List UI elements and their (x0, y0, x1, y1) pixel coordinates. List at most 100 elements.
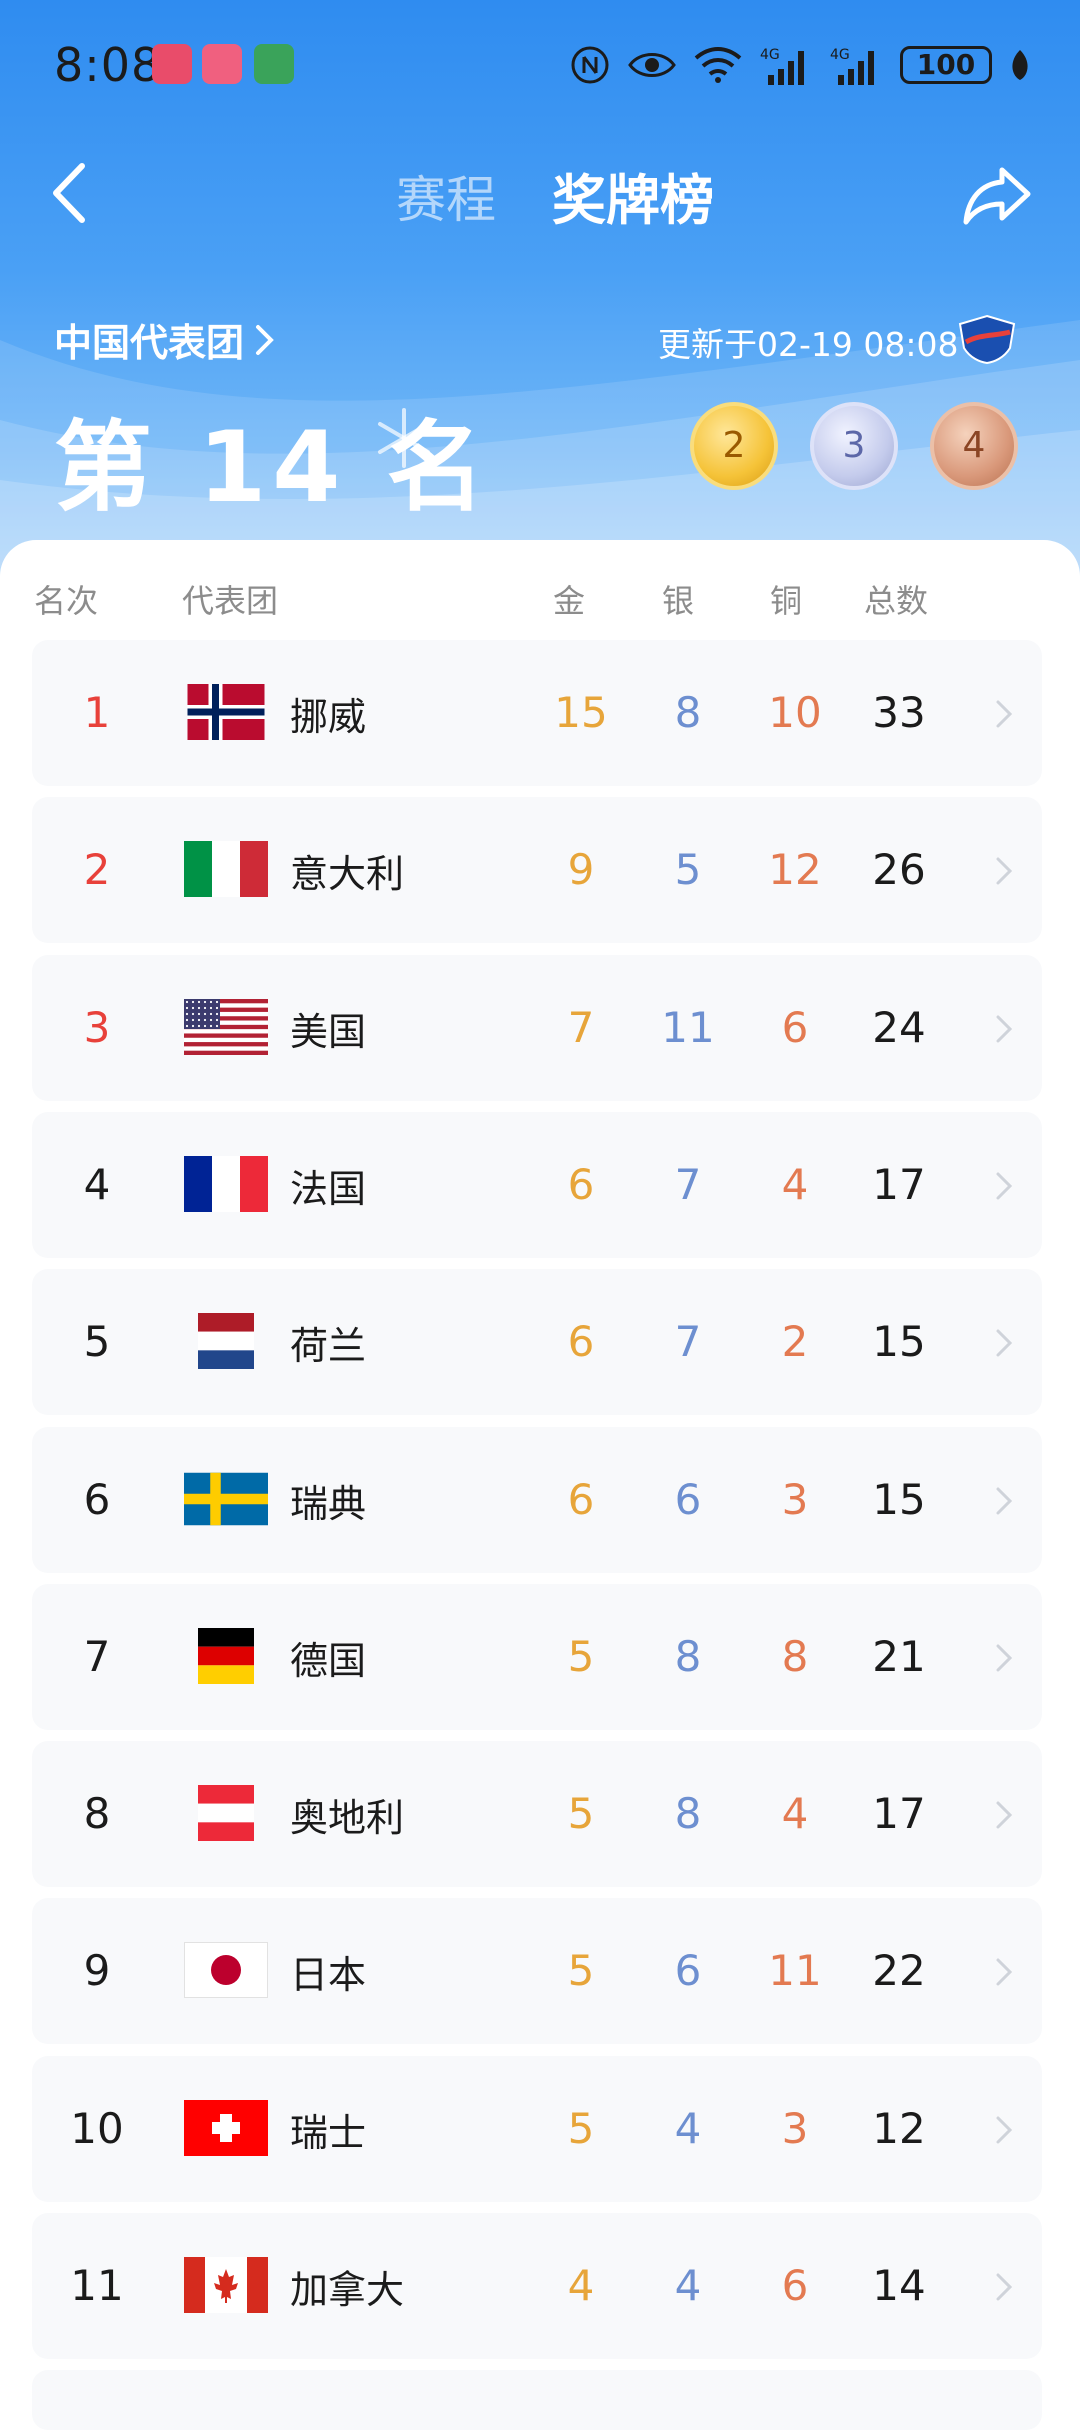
chevron-right-icon (996, 857, 1013, 885)
row-rank: 6 (83, 1474, 111, 1524)
snowflake-icon (378, 408, 430, 468)
status-icons: 4G 4G 100 (570, 40, 1030, 90)
battery-indicator: 100 (900, 46, 992, 84)
row-gold-count: 9 (567, 845, 595, 895)
delegation-name: 中国代表团 (54, 321, 245, 365)
row-silver-count: 8 (674, 688, 702, 737)
app-notification-icon (152, 44, 192, 84)
table-row[interactable]: 5 荷兰 6 7 2 15 (32, 1269, 1042, 1416)
row-total-count: 17 (872, 1789, 926, 1839)
italy-flag (184, 841, 268, 898)
row-total-count: 24 (872, 1002, 926, 1052)
row-total-count: 33 (872, 688, 926, 737)
header-team: 代表团 (182, 582, 279, 620)
row-gold-count: 4 (567, 2261, 595, 2310)
app-notification-icon (254, 44, 294, 84)
chevron-right-icon (996, 1644, 1013, 1672)
signal-4g-icon: 4G (760, 47, 804, 85)
row-bronze-count: 8 (781, 1631, 809, 1681)
tab-medal-table[interactable]: 奖牌榜 (552, 156, 714, 235)
table-row[interactable] (32, 2370, 1042, 2430)
svg-text:4G: 4G (760, 47, 780, 63)
row-rank: 5 (83, 1317, 111, 1367)
row-total-count: 12 (872, 2103, 926, 2153)
table-row[interactable]: 11 加拿大 4 4 6 14 (32, 2213, 1042, 2359)
eye-icon (628, 53, 676, 77)
row-rank: 10 (70, 2103, 124, 2153)
row-team-name: 美国 (290, 1009, 367, 1054)
row-silver-count: 8 (674, 1631, 702, 1681)
header-silver: 银 (662, 582, 695, 620)
table-row[interactable]: 6 瑞典 6 6 3 15 (32, 1426, 1042, 1573)
row-total-count: 15 (872, 1317, 926, 1367)
delegation-link[interactable]: 中国代表团 (54, 312, 276, 367)
row-gold-count: 5 (567, 1946, 595, 1996)
row-bronze-count: 4 (781, 1159, 809, 1209)
table-row[interactable]: 3 美国 7 11 6 24 (32, 954, 1042, 1101)
row-gold-count: 6 (567, 1159, 595, 1209)
table-row[interactable]: 8 奥地利 5 8 4 17 (32, 1741, 1042, 1888)
row-rank: 1 (83, 688, 111, 737)
row-gold-count: 5 (567, 1631, 595, 1681)
row-bronze-count: 6 (781, 1002, 809, 1052)
nfc-icon (571, 46, 609, 84)
row-bronze-count: 3 (781, 1474, 809, 1524)
row-team-name: 法国 (290, 1166, 367, 1211)
tab-schedule[interactable]: 赛程 (396, 160, 496, 232)
row-silver-count: 7 (674, 1159, 702, 1209)
row-silver-count: 8 (674, 1789, 702, 1839)
row-team-name: 加拿大 (290, 2268, 405, 2312)
row-silver-count: 11 (661, 1002, 715, 1052)
row-total-count: 14 (872, 2261, 926, 2310)
row-gold-count: 7 (567, 1002, 595, 1052)
row-total-count: 15 (872, 1474, 926, 1524)
row-gold-count: 6 (567, 1317, 595, 1367)
table-row[interactable]: 4 法国 6 7 4 17 (32, 1111, 1042, 1258)
chevron-right-icon (996, 1172, 1013, 1200)
row-total-count: 22 (872, 1946, 926, 1996)
row-total-count: 26 (872, 845, 926, 895)
norway-flag (184, 684, 268, 740)
leaf-icon (1012, 50, 1028, 80)
sweden-flag (184, 1471, 268, 1527)
header-rank: 名次 (34, 582, 99, 620)
svg-text:4G: 4G (830, 47, 850, 63)
table-row[interactable]: 7 德国 5 8 8 21 (32, 1583, 1042, 1730)
row-bronze-count: 6 (781, 2261, 809, 2310)
table-row[interactable]: 10 瑞士 5 4 3 12 (32, 2055, 1042, 2202)
wifi-icon (694, 47, 742, 83)
row-total-count: 17 (872, 1159, 926, 1209)
row-silver-count: 6 (674, 1474, 702, 1524)
table-row[interactable]: 9 日本 5 6 11 22 (32, 1898, 1042, 2045)
japan-flag (184, 1942, 268, 1999)
row-rank: 7 (83, 1631, 111, 1681)
canada-flag (184, 2257, 268, 2313)
share-icon[interactable] (962, 160, 1034, 228)
row-silver-count: 4 (674, 2103, 702, 2153)
row-team-name: 德国 (290, 1638, 367, 1683)
chevron-right-icon (996, 1958, 1013, 1986)
chevron-right-icon (996, 2116, 1013, 2144)
header-total: 总数 (864, 582, 929, 620)
chevron-right-icon (996, 700, 1013, 728)
table-row[interactable]: 1 挪威 15 8 10 33 (32, 640, 1042, 786)
chevron-right-icon (996, 1801, 1013, 1829)
gold-medal-count: 2 (690, 402, 778, 490)
row-bronze-count: 12 (768, 845, 822, 895)
row-bronze-count: 10 (768, 688, 822, 737)
back-arrow-icon[interactable] (44, 158, 104, 228)
signal-4g-icon: 4G (830, 47, 874, 85)
france-flag (184, 1155, 268, 1212)
row-team-name: 挪威 (290, 695, 367, 739)
row-rank: 11 (70, 2261, 124, 2310)
switzerland-flag (184, 2099, 268, 2156)
row-rank: 9 (83, 1946, 111, 1996)
row-silver-count: 6 (674, 1946, 702, 1996)
row-silver-count: 4 (674, 2261, 702, 2310)
chevron-right-icon (996, 2273, 1013, 2301)
row-team-name: 奥地利 (290, 1796, 405, 1841)
chevron-right-icon (996, 1487, 1013, 1514)
table-row[interactable]: 2 意大利 9 5 12 26 (32, 797, 1042, 944)
status-bar: 8:08 4G 4G 100 (0, 0, 1080, 130)
row-bronze-count: 3 (781, 2103, 809, 2153)
